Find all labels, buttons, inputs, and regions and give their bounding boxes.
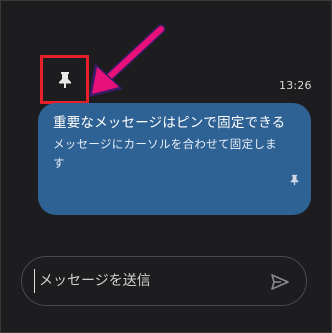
pin-icon bbox=[290, 174, 299, 186]
message-body: メッセージにカーソルを合わせて固定します bbox=[53, 137, 277, 170]
annotation-arrow-icon bbox=[89, 24, 165, 97]
send-button[interactable] bbox=[268, 270, 292, 294]
message-bubble[interactable]: 重要なメッセージはピンで固定できる メッセージにカーソルを合わせて固定します bbox=[38, 103, 311, 215]
message-composer bbox=[21, 256, 307, 306]
chat-window: 13:26 重要なメッセージはピンで固定できる メッセージにカーソルを合わせて固… bbox=[0, 0, 332, 333]
message-timestamp: 13:26 bbox=[279, 79, 312, 92]
message-input[interactable] bbox=[34, 269, 259, 293]
message-title: 重要なメッセージはピンで固定できる bbox=[53, 115, 286, 131]
send-icon bbox=[271, 274, 289, 290]
pin-icon bbox=[58, 71, 71, 88]
pin-button-highlight[interactable] bbox=[40, 55, 89, 104]
